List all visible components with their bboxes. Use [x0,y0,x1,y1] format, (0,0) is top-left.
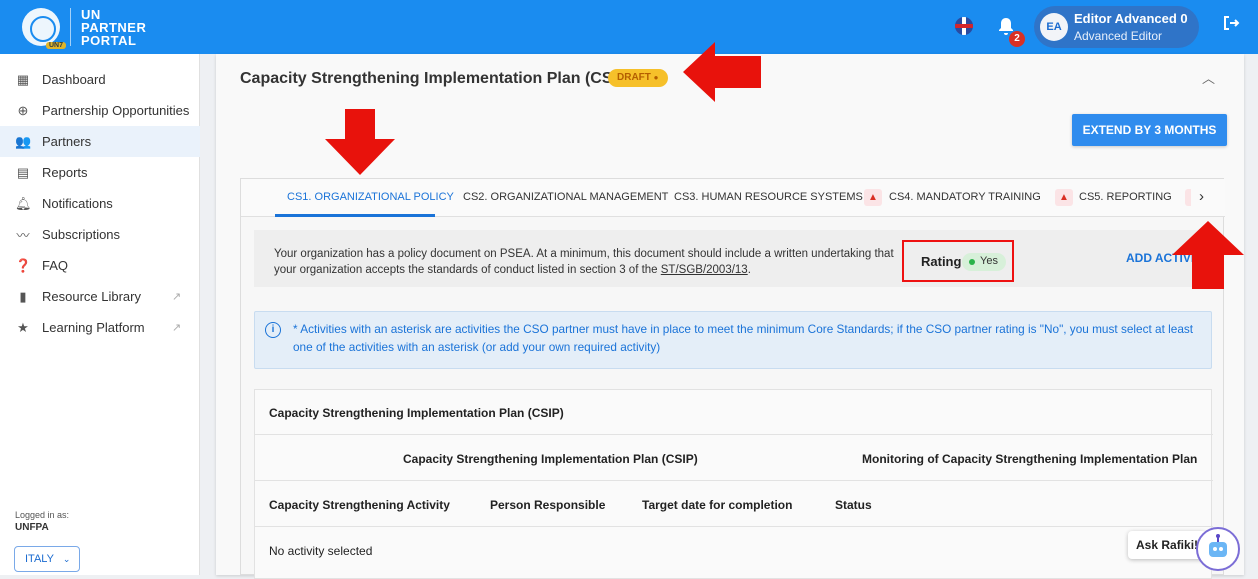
group-header-plan: Capacity Strengthening Implementation Pl… [403,452,698,466]
rating-value: Yes [980,255,998,267]
logo-divider [70,8,71,46]
un-partner-portal-logo[interactable]: UN7 UN PARTNER PORTAL [22,8,146,49]
tab-cs5[interactable]: CS5. REPORTING [1079,191,1172,203]
warning-icon: ▲ [1055,189,1073,206]
logged-in-label: Logged in as: [15,510,70,520]
column-header: Target date for completion [642,498,793,512]
table-row: No activity selected [255,527,1213,573]
sidebar-item-resource-library[interactable]: ▮ Resource Library ↗ [0,281,200,312]
tab-cs1[interactable]: CS1. ORGANIZATIONAL POLICY [287,191,454,203]
table-title: Capacity Strengthening Implementation Pl… [269,406,564,420]
logo-line-1: UN [81,6,101,22]
column-header: Person Responsible [490,498,606,512]
empty-state-text: No activity selected [269,544,373,558]
logo-line-2: PARTNER [81,19,147,35]
logout-icon[interactable] [1222,14,1240,37]
sidebar-item-label: Partnership Opportunities [42,103,190,118]
rating-label: Rating [921,254,962,269]
sidebar: ▦ Dashboard ⊕ Partnership Opportunities … [0,54,200,575]
sidebar-item-subscriptions[interactable]: 〰 Subscriptions [0,219,200,250]
country-value: ITALY [25,553,54,565]
sidebar-item-label: Subscriptions [42,227,121,242]
standard-text: Your organization has a policy document … [274,246,899,278]
user-menu[interactable]: EA Editor Advanced 0 Advanced Editor [1034,6,1199,48]
tab-cs6-partial[interactable] [1185,189,1191,206]
notification-count-badge: 2 [1009,31,1025,47]
book-icon: ▮ [19,288,27,304]
people-icon: 👥 [15,133,32,149]
sidebar-item-reports[interactable]: ▤ Reports [0,157,200,188]
active-tab-indicator [275,214,435,217]
language-flag-icon[interactable] [955,17,973,35]
sidebar-item-label: Reports [42,165,88,180]
sidebar-item-label: Learning Platform [42,320,145,335]
avatar: EA [1040,13,1068,41]
dashboard-icon: ▦ [16,71,30,87]
status-badge-label: DRAFT [617,72,651,83]
column-header: Capacity Strengthening Activity [269,498,450,512]
csip-card: CS1. ORGANIZATIONAL POLICY CS2. ORGANIZA… [240,178,1225,579]
ask-rafiki-label[interactable]: Ask Rafiki! [1128,531,1207,559]
annotation-arrow-down [325,109,395,175]
report-icon: ▤ [16,164,30,180]
table-title-row: Capacity Strengthening Implementation Pl… [255,390,1213,435]
tab-cs2[interactable]: CS2. ORGANIZATIONAL MANAGEMENT [463,191,668,203]
status-dot-icon [969,259,975,265]
user-role: Advanced Editor [1074,29,1163,43]
page-title: Capacity Strengthening Implementation Pl… [240,70,633,87]
sidebar-item-partners[interactable]: 👥 Partners [0,126,200,157]
sidebar-item-label: Notifications [42,196,113,211]
standard-text-body: Your organization has a policy document … [274,248,894,276]
annotation-arrow-up [1172,221,1244,289]
column-header: Status [835,498,872,512]
logo-badge: UN7 [46,42,67,49]
standard-text-end: . [747,264,751,276]
rafiki-bot-icon[interactable] [1196,527,1240,571]
info-text: * Activities with an asterisk are activi… [293,322,1194,354]
annotation-arrow-left [683,42,761,102]
star-icon: ★ [17,319,29,335]
sidebar-item-label: Resource Library [42,289,141,304]
sidebar-item-partnership-opportunities[interactable]: ⊕ Partnership Opportunities [0,95,200,126]
external-link-icon: ↗ [172,322,182,334]
standard-description: Your organization has a policy document … [254,230,1212,287]
chevron-up-icon[interactable]: ︿ [1202,68,1215,87]
table-group-header: Capacity Strengthening Implementation Pl… [255,435,1213,481]
tab-bar: CS1. ORGANIZATIONAL POLICY CS2. ORGANIZA… [241,179,1225,217]
csip-table: Capacity Strengthening Implementation Pl… [254,389,1213,579]
rating-highlight: Rating Yes [902,240,1014,282]
help-icon: ❓ [15,257,32,273]
info-icon: ● [653,73,659,82]
tab-cs4[interactable]: CS4. MANDATORY TRAINING [889,191,1041,203]
sidebar-item-label: Partners [42,134,92,149]
tab-cs3[interactable]: CS3. HUMAN RESOURCE SYSTEMS [674,191,863,203]
sidebar-item-label: Dashboard [42,72,106,87]
logo-line-3: PORTAL [81,32,137,48]
warning-icon: ▲ [864,189,882,206]
rating-value-chip: Yes [962,253,1006,271]
sidebar-item-label: FAQ [42,258,69,273]
bell-icon: 🔔︎ [15,195,32,211]
table-column-header: Capacity Strengthening Activity Person R… [255,481,1213,527]
policy-link[interactable]: ST/SGB/2003/13 [661,264,748,276]
user-name: Editor Advanced 0 [1074,11,1188,26]
sidebar-item-learning-platform[interactable]: ★ Learning Platform ↗ [0,312,200,343]
extend-button[interactable]: EXTEND BY 3 MONTHS [1072,114,1227,146]
group-header-monitoring: Monitoring of Capacity Strengthening Imp… [862,452,1198,466]
globe-icon: ⊕ [17,102,29,118]
info-banner: i * Activities with an asterisk are acti… [254,311,1212,369]
organization-name: UNFPA [15,522,49,533]
sidebar-item-dashboard[interactable]: ▦ Dashboard [0,64,200,95]
sidebar-item-notifications[interactable]: 🔔︎ Notifications [0,188,200,219]
rss-icon: 〰 [16,228,30,243]
country-selector[interactable]: ITALY ⌄ [14,546,80,572]
un-emblem-icon: UN7 [22,8,67,49]
sidebar-item-faq[interactable]: ❓ FAQ [0,250,200,281]
info-icon: i [265,322,281,338]
chevron-down-icon: ⌄ [62,554,71,564]
logo-text: UN PARTNER PORTAL [81,8,146,47]
external-link-icon: ↗ [172,291,182,303]
status-badge: DRAFT ● [608,69,668,87]
tabs-scroll-right-icon[interactable]: › [1199,188,1204,205]
